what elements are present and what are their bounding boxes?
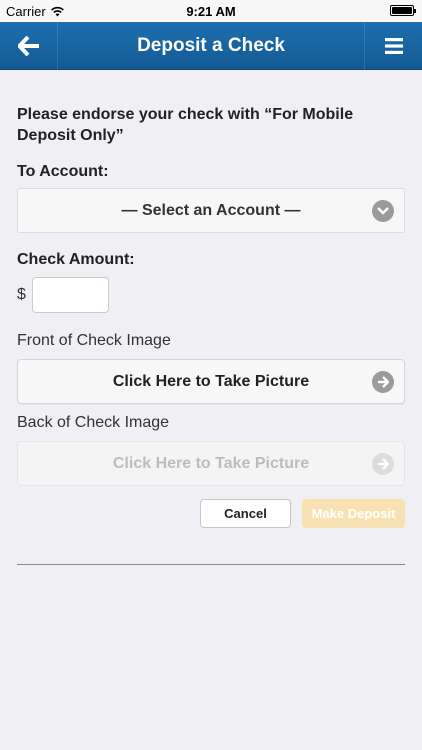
front-picture-button-label: Click Here to Take Picture [112, 372, 310, 390]
battery-icon [390, 5, 416, 16]
status-bar: Carrier 9:21 AM [0, 0, 422, 22]
check-amount-label: Check Amount: [17, 251, 135, 268]
hamburger-menu-icon [384, 38, 403, 54]
check-amount-input[interactable] [31, 277, 109, 313]
account-select[interactable]: — Select an Account — [17, 188, 405, 233]
chevron-down-icon [372, 199, 394, 222]
arrow-right-icon [372, 452, 394, 475]
make-deposit-button[interactable]: Make Deposit [302, 499, 405, 528]
front-picture-button[interactable]: Click Here to Take Picture [17, 359, 405, 404]
account-select-value: — Select an Account — [121, 201, 301, 219]
arrow-right-icon [372, 370, 394, 393]
page-title: Deposit a Check [137, 35, 285, 56]
back-picture-button-label: Click Here to Take Picture [112, 454, 310, 472]
back-arrow-icon [17, 36, 39, 56]
back-check-label: Back of Check Image [17, 414, 170, 431]
status-time: 9:21 AM [186, 4, 236, 19]
back-picture-button[interactable]: Click Here to Take Picture [17, 441, 405, 486]
back-button[interactable] [0, 22, 58, 70]
divider [17, 564, 405, 565]
cancel-button[interactable]: Cancel [200, 499, 291, 528]
endorse-instruction-block: Please endorse your check with “For Mobi… [17, 104, 405, 146]
front-check-label: Front of Check Image [17, 332, 171, 349]
endorse-instruction: Please endorse your check with “For Mobi… [17, 106, 354, 144]
amount-row: $ [17, 277, 109, 313]
menu-button[interactable] [364, 22, 422, 70]
currency-symbol: $ [17, 286, 26, 303]
to-account-label: To Account: [17, 163, 109, 180]
navigation-bar: Deposit a Check [0, 22, 422, 70]
